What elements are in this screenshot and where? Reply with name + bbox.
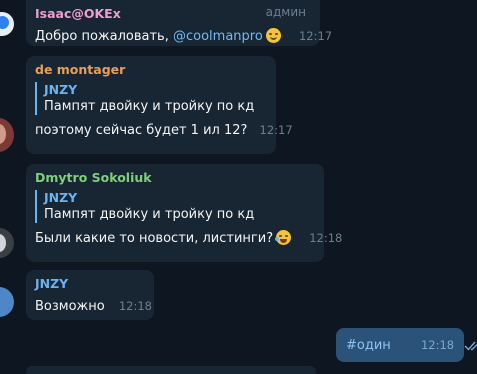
reply-text: Пампят двойку и тройку по кд bbox=[44, 207, 255, 222]
avatar-isaac[interactable] bbox=[0, 12, 14, 36]
reply-text: Пампят двойку и тройку по кд bbox=[44, 99, 255, 114]
message-time: 12:17 bbox=[259, 123, 293, 137]
sender-name[interactable]: JNZY bbox=[35, 276, 145, 292]
avatar-jnzy[interactable] bbox=[0, 287, 14, 317]
admin-badge: админ bbox=[265, 5, 306, 19]
message-text: #один 12:18 bbox=[346, 336, 477, 355]
message-time: 12:18 bbox=[420, 338, 455, 352]
message-outgoing[interactable]: #один 12:18 bbox=[336, 328, 477, 362]
avatar-photo bbox=[0, 234, 6, 252]
message-time: 12:17 bbox=[298, 29, 333, 43]
message-time: 12:18 bbox=[118, 299, 153, 313]
hashtag-link[interactable]: #один bbox=[346, 338, 391, 353]
laugh-emoji-icon bbox=[275, 230, 292, 245]
sender-name[interactable]: Dmytro Sokoliuk bbox=[35, 170, 315, 186]
message-dmytro[interactable]: Dmytro Sokoliuk JNZY Пампят двойку и тро… bbox=[26, 164, 343, 262]
message-text: поэтому сейчас будет 1 ил 12? 12:17 bbox=[35, 123, 293, 138]
sender-name[interactable]: de montager bbox=[35, 62, 267, 78]
mention-link[interactable]: @coolmanpro bbox=[173, 29, 263, 44]
reply-quote[interactable]: JNZY Пампят двойку и тройку по кд bbox=[35, 190, 315, 223]
isaac-logo-icon bbox=[0, 16, 9, 29]
message-de-montager[interactable]: de montager JNZY Пампят двойку и тройку … bbox=[26, 56, 293, 154]
message-text: Добро пожаловать, @coolmanpro 12:17 bbox=[35, 28, 333, 44]
avatar-photo bbox=[0, 124, 6, 144]
message-time: 12:18 bbox=[309, 231, 343, 245]
message-text: Были какие то новости, листинги? 12:18 bbox=[35, 230, 343, 246]
message-isaac[interactable]: Isaac@OKEx админ Добро пожаловать, @cool… bbox=[26, 0, 333, 46]
wink-emoji-icon bbox=[265, 28, 281, 43]
next-message-edge bbox=[26, 366, 316, 374]
message-jnzy[interactable]: JNZY Возможно 12:18 bbox=[26, 270, 154, 320]
reply-author: JNZY bbox=[44, 82, 78, 97]
reply-quote[interactable]: JNZY Пампят двойку и тройку по кд bbox=[35, 82, 267, 115]
double-check-icon bbox=[464, 341, 477, 351]
reply-author: JNZY bbox=[44, 190, 78, 205]
message-text: Возможно 12:18 bbox=[35, 299, 153, 314]
avatar-dmytro[interactable] bbox=[0, 228, 14, 258]
avatar-de-montager[interactable] bbox=[0, 118, 14, 152]
